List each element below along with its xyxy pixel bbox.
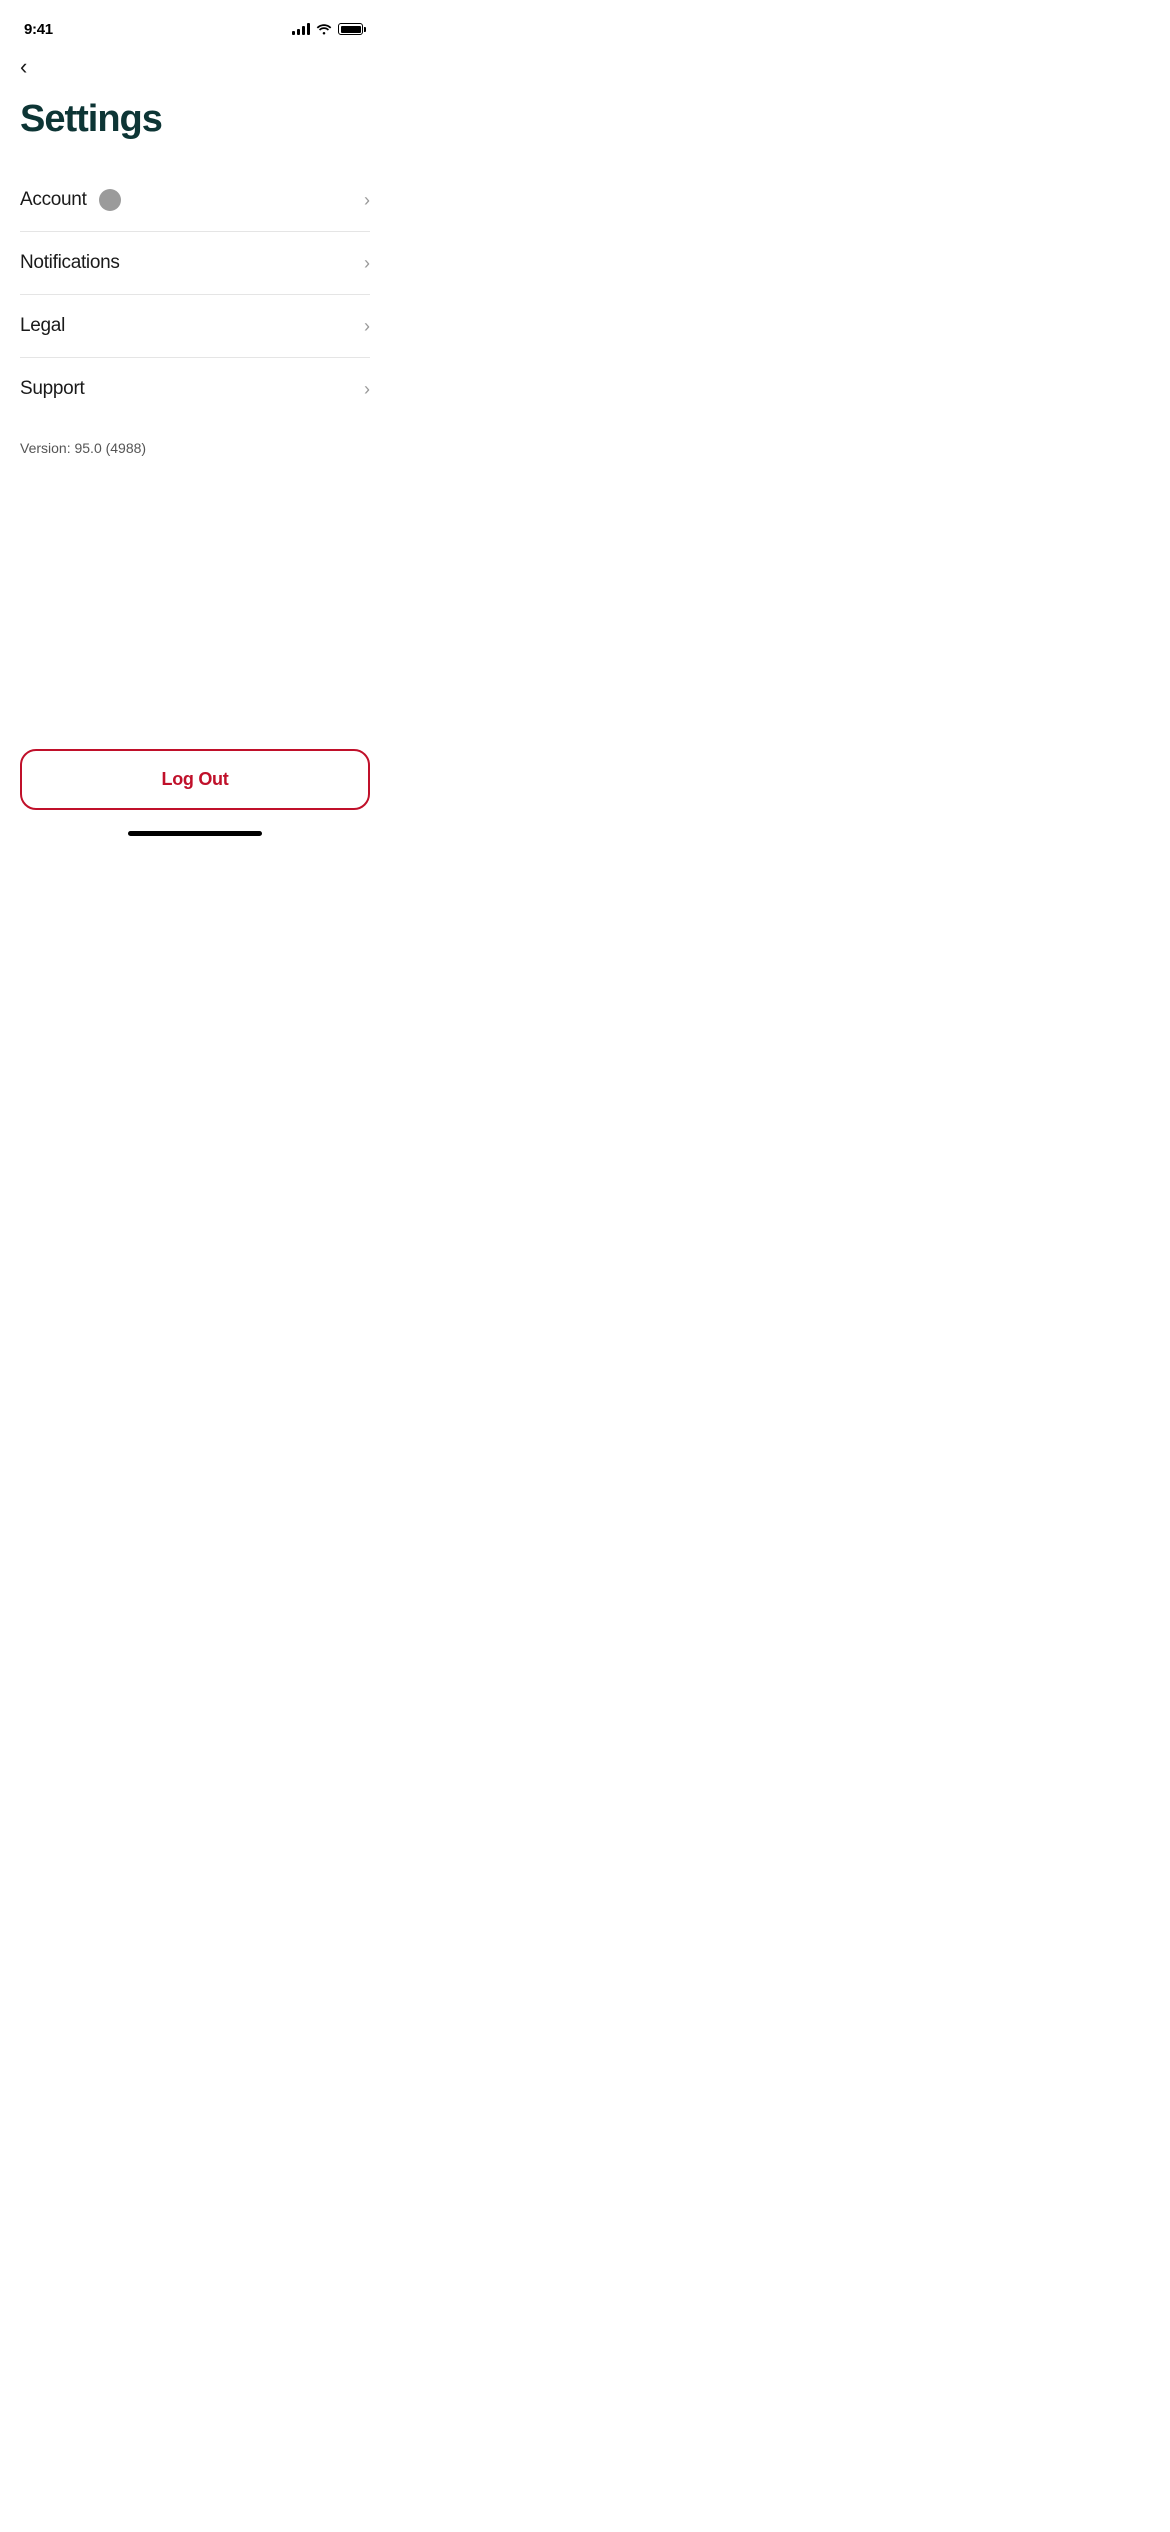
menu-item-notifications-label: Notifications — [20, 252, 120, 274]
back-chevron-icon: ‹ — [20, 56, 27, 78]
menu-item-account-label: Account — [20, 189, 87, 211]
status-bar: 9:41 — [0, 0, 390, 44]
menu-item-support[interactable]: Support › — [20, 358, 370, 420]
menu-item-account[interactable]: Account › — [20, 169, 370, 232]
menu-item-notifications-left: Notifications — [20, 252, 120, 274]
wifi-icon — [316, 23, 332, 35]
menu-item-legal-left: Legal — [20, 315, 65, 337]
account-badge — [99, 189, 121, 211]
page-title: Settings — [0, 90, 390, 169]
status-time: 9:41 — [24, 21, 53, 38]
logout-button[interactable]: Log Out — [20, 749, 370, 810]
menu-list: Account › Notifications › Legal › Suppor… — [0, 169, 390, 420]
menu-item-notifications[interactable]: Notifications › — [20, 232, 370, 295]
signal-icon — [292, 23, 310, 35]
support-chevron-icon: › — [364, 379, 370, 400]
logout-container: Log Out — [20, 749, 370, 810]
home-indicator — [128, 831, 262, 836]
status-icons — [292, 23, 366, 35]
account-chevron-icon: › — [364, 190, 370, 211]
legal-chevron-icon: › — [364, 316, 370, 337]
notifications-chevron-icon: › — [364, 253, 370, 274]
menu-item-support-left: Support — [20, 378, 84, 400]
menu-item-legal[interactable]: Legal › — [20, 295, 370, 358]
version-text: Version: 95.0 (4988) — [0, 420, 390, 456]
menu-item-support-label: Support — [20, 378, 84, 400]
menu-item-account-left: Account — [20, 189, 121, 211]
back-button[interactable]: ‹ — [0, 44, 47, 90]
menu-item-legal-label: Legal — [20, 315, 65, 337]
battery-icon — [338, 23, 366, 35]
